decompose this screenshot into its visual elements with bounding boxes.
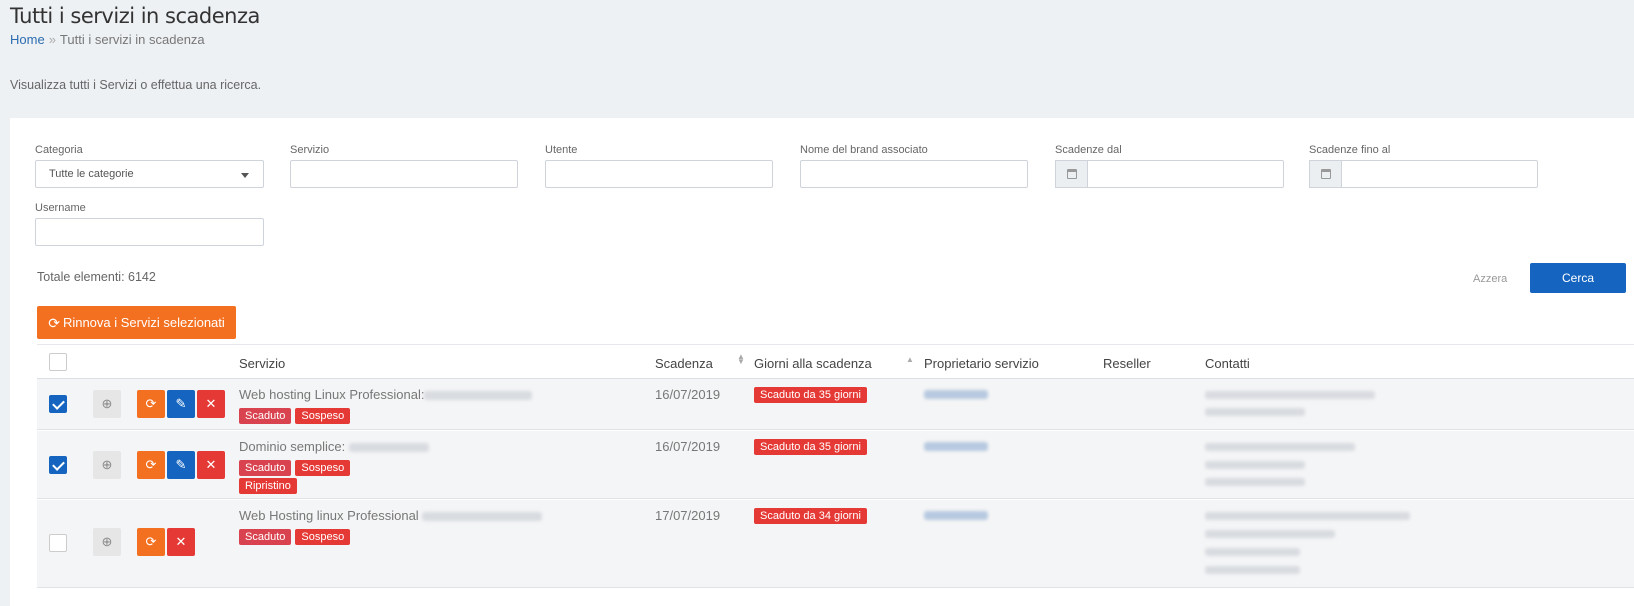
owner-link[interactable] xyxy=(924,511,988,520)
col-reseller[interactable]: Reseller xyxy=(1103,356,1151,371)
breadcrumb: Home» Tutti i servizi in scadenza xyxy=(10,32,205,47)
calendar-x-icon[interactable]: ✕ xyxy=(167,528,195,556)
sort-asc-icon[interactable]: ▲ xyxy=(906,356,914,364)
status-badge: Scaduto xyxy=(239,408,292,424)
service-badges: Ripristino xyxy=(239,476,301,494)
utente-input[interactable] xyxy=(545,160,773,188)
scadenze-al-input[interactable] xyxy=(1309,160,1538,188)
renew-selected-button[interactable]: ⟳ Rinnova i Servizi selezionati xyxy=(37,306,236,339)
service-badges: Scaduto Sospeso xyxy=(239,406,354,424)
categoria-select[interactable]: Tutte le categorie xyxy=(35,160,264,188)
table-row: ⊕ ⟳ ✕ Web Hosting linux Professional Sca… xyxy=(37,500,1634,588)
zoom-in-icon[interactable]: ⊕ xyxy=(93,390,121,418)
row-checkbox[interactable] xyxy=(49,456,67,474)
refresh-icon[interactable]: ⟳ xyxy=(137,451,165,479)
status-badge: Sospeso xyxy=(295,460,351,476)
brand-input[interactable] xyxy=(800,160,1028,188)
calendar-edit-icon[interactable]: ✎ xyxy=(167,451,195,479)
categoria-selected-value: Tutte le categorie xyxy=(49,168,134,180)
table-header: Servizio Scadenza ▲ ▼ Giorni alla scadenz… xyxy=(37,344,1634,379)
zoom-in-icon[interactable]: ⊕ xyxy=(93,451,121,479)
days-badge: Scaduto da 35 giorni xyxy=(754,439,867,455)
service-name: Web hosting Linux Professional: xyxy=(239,387,533,402)
scadenze-dal-input[interactable] xyxy=(1055,160,1284,188)
username-label: Username xyxy=(35,202,86,214)
page-title: Tutti i servizi in scadenza xyxy=(10,4,260,28)
utente-label: Utente xyxy=(545,144,578,156)
select-all-checkbox[interactable] xyxy=(49,353,67,371)
days-badge: Scaduto da 34 giorni xyxy=(754,508,867,524)
col-contatti[interactable]: Contatti xyxy=(1205,356,1250,371)
total-count: Totale elementi: 6142 xyxy=(37,270,156,284)
zoom-in-icon[interactable]: ⊕ xyxy=(93,528,121,556)
contact-phone xyxy=(1205,566,1300,574)
col-giorni[interactable]: Giorni alla scadenza xyxy=(754,356,872,371)
brand-label: Nome del brand associato xyxy=(800,144,928,156)
status-badge: Scaduto xyxy=(239,529,292,545)
breadcrumb-current: Tutti i servizi in scadenza xyxy=(59,32,205,47)
service-badges: Scaduto Sospeso xyxy=(239,527,354,545)
calendar-x-icon[interactable]: ✕ xyxy=(197,451,225,479)
table-row: ⊕ ⟳ ✎ ✕ Dominio semplice: Scaduto Sospeso… xyxy=(37,431,1634,499)
breadcrumb-separator: » xyxy=(48,32,56,47)
owner-link[interactable] xyxy=(924,442,988,451)
owner-link[interactable] xyxy=(924,390,988,399)
expiry-date: 16/07/2019 xyxy=(655,387,721,402)
contact-email xyxy=(1205,530,1335,538)
status-badge: Sospeso xyxy=(295,408,351,424)
refresh-icon[interactable]: ⟳ xyxy=(137,528,165,556)
chevron-down-icon xyxy=(241,173,249,178)
calendar-x-icon[interactable]: ✕ xyxy=(197,390,225,418)
servizio-input[interactable] xyxy=(290,160,518,188)
service-name: Web Hosting linux Professional xyxy=(239,508,543,523)
col-scadenza[interactable]: Scadenza xyxy=(655,356,713,371)
contact-email xyxy=(1205,443,1355,451)
contact-phone xyxy=(1205,461,1305,469)
username-input[interactable] xyxy=(35,218,264,246)
status-badge: Ripristino xyxy=(239,478,297,494)
contact-email xyxy=(1205,391,1375,399)
contact-phone xyxy=(1205,548,1300,556)
service-badges: Scaduto Sospeso xyxy=(239,458,354,476)
sort-icon[interactable]: ▲ ▼ xyxy=(737,353,745,366)
calendar-edit-icon[interactable]: ✎ xyxy=(167,390,195,418)
row-checkbox[interactable] xyxy=(49,395,67,413)
categoria-label: Categoria xyxy=(35,144,83,156)
refresh-icon[interactable]: ⟳ xyxy=(137,390,165,418)
col-servizio[interactable]: Servizio xyxy=(239,356,285,371)
status-badge: Scaduto xyxy=(239,460,292,476)
contact-email xyxy=(1205,512,1410,520)
servizio-label: Servizio xyxy=(290,144,330,156)
scadenze-al-label: Scadenze fino al xyxy=(1309,144,1391,156)
expiry-date: 17/07/2019 xyxy=(655,508,721,523)
calendar-icon[interactable] xyxy=(1055,160,1088,188)
search-button[interactable]: Cerca xyxy=(1530,263,1626,293)
breadcrumb-home-link[interactable]: Home xyxy=(10,32,45,47)
refresh-icon: ⟳ xyxy=(48,314,60,331)
renew-selected-label: Rinnova i Servizi selezionati xyxy=(62,315,225,330)
scadenze-dal-label: Scadenze dal xyxy=(1055,144,1122,156)
search-panel: Categoria Tutte le categorie Servizio Ut… xyxy=(10,118,1634,606)
table-row: ⊕ ⟳ ✎ ✕ Web hosting Linux Professional: … xyxy=(37,379,1634,430)
status-badge: Sospeso xyxy=(295,529,351,545)
col-proprietario[interactable]: Proprietario servizio xyxy=(924,356,1039,371)
days-badge: Scaduto da 35 giorni xyxy=(754,387,867,403)
reset-link[interactable]: Azzera xyxy=(1473,273,1507,285)
calendar-icon[interactable] xyxy=(1309,160,1342,188)
service-name: Dominio semplice: xyxy=(239,439,429,454)
page-intro: Visualizza tutti i Servizi o effettua un… xyxy=(10,78,262,92)
contact-phone xyxy=(1205,478,1305,486)
contact-phone xyxy=(1205,408,1305,416)
row-checkbox[interactable] xyxy=(49,534,67,552)
expiry-date: 16/07/2019 xyxy=(655,439,721,454)
